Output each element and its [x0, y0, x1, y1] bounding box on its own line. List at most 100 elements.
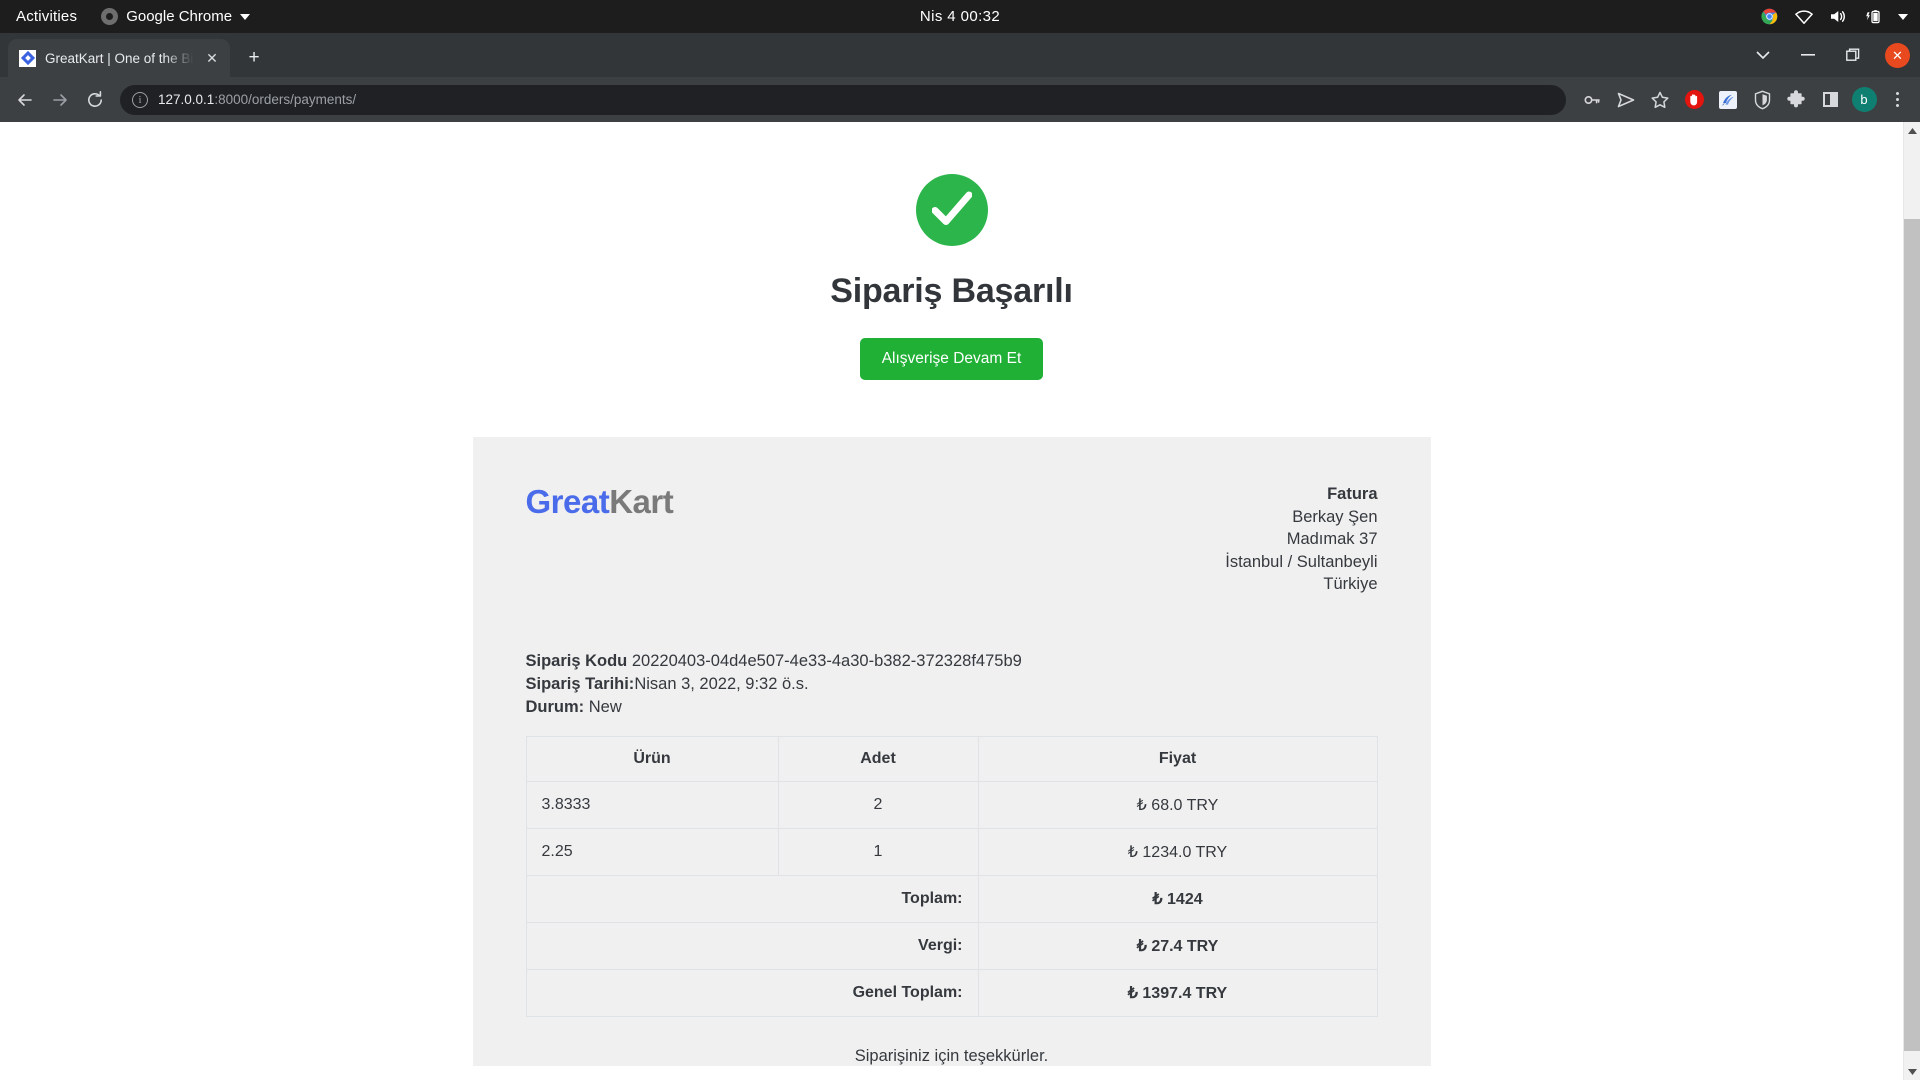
summary-row-subtotal: Toplam: ₺ 1424 [525, 874, 1378, 923]
order-date-line: Sipariş Tarihi:Nisan 3, 2022, 9:32 ö.s. [526, 673, 1378, 696]
billing-name: Berkay Şen [1292, 507, 1378, 526]
order-code-label: Sipariş Kodu [525, 651, 628, 670]
page-content: Sipariş Başarılı Alışverişe Devam Et Gre… [0, 122, 1903, 1080]
address-bar[interactable]: i 127.0.0.1:8000/orders/payments/ [120, 84, 1566, 115]
extension-blue-badge [1719, 90, 1737, 109]
url-path: :8000/orders/payments/ [214, 92, 357, 107]
tab-search-icon[interactable] [1740, 33, 1785, 77]
invoice-header: GreatKart Fatura Berkay Şen Madımak 37 İ… [526, 483, 1378, 596]
cell-quantity: 1 [777, 827, 979, 876]
close-window-button[interactable]: ✕ [1875, 33, 1920, 77]
browser-toolbar: i 127.0.0.1:8000/orders/payments/ b [0, 77, 1920, 122]
url-text: 127.0.0.1:8000/orders/payments/ [158, 92, 356, 107]
cell-product: 2.25 [525, 827, 779, 876]
chrome-icon [101, 8, 119, 25]
chevron-down-icon[interactable] [1898, 13, 1908, 20]
order-status-value: New [588, 697, 622, 716]
window-controls: ✕ [1740, 33, 1920, 77]
minimize-icon[interactable] [1785, 33, 1830, 77]
order-meta: Sipariş Kodu 20220403-04d4e507-4e33-4a30… [526, 650, 1378, 719]
billing-city: İstanbul / Sultanbeyli [1225, 552, 1378, 571]
tab-close-icon[interactable]: ✕ [203, 49, 221, 67]
new-tab-button[interactable]: + [240, 44, 268, 72]
order-status-line: Durum: New [526, 696, 1378, 719]
check-circle-icon [915, 174, 988, 246]
order-code-value: 20220403-04d4e507-4e33-4a30-b382-372328f… [631, 651, 1022, 670]
logo-part-great: Great [525, 483, 610, 520]
order-date-value: Nisan 3, 2022, 9:32 ö.s. [634, 674, 809, 693]
ublock-badge [1684, 90, 1704, 109]
order-date-label: Sipariş Tarihi: [525, 674, 635, 693]
chrome-icon [1761, 8, 1778, 25]
billing-address: Fatura Berkay Şen Madımak 37 İstanbul / … [1225, 483, 1377, 596]
cell-price: ₺ 1234.0 TRY [977, 827, 1378, 876]
summary-value-tax: ₺ 27.4 TRY [977, 921, 1378, 970]
invoice-card: GreatKart Fatura Berkay Şen Madımak 37 İ… [472, 437, 1431, 1066]
tab-title: GreatKart | One of the Big [45, 50, 194, 66]
maximize-icon[interactable] [1830, 33, 1875, 77]
chevron-down-icon [240, 13, 251, 20]
extensions-puzzle-icon[interactable] [1781, 85, 1811, 115]
table-body: 3.8333 2 ₺ 68.0 TRY 2.25 1 ₺ 1234.0 TRY … [525, 780, 1378, 1017]
scroll-down-icon[interactable] [1904, 1063, 1920, 1080]
activities-button[interactable]: Activities [0, 8, 91, 25]
site-info-icon[interactable]: i [132, 91, 148, 108]
app-menu-google-chrome[interactable]: Google Chrome [91, 8, 260, 25]
billing-street: Madımak 37 [1286, 530, 1378, 548]
wifi-icon [1795, 9, 1813, 24]
zenmate-shield-icon[interactable] [1747, 85, 1777, 115]
clock[interactable]: Nis 4 00:32 [920, 8, 1000, 25]
close-icon: ✕ [1885, 42, 1910, 68]
cell-price: ₺ 68.0 TRY [977, 780, 1378, 829]
billing-title: Fatura [1327, 485, 1378, 503]
table-header-row: Ürün Adet Fiyat [525, 735, 1378, 782]
avatar[interactable]: b [1849, 85, 1879, 115]
back-button[interactable] [9, 84, 41, 116]
gnome-top-bar: Activities Google Chrome Nis 4 00:32 [0, 0, 1920, 33]
forward-button[interactable] [44, 84, 76, 116]
browser-tab[interactable]: GreatKart | One of the Big ✕ [8, 39, 230, 77]
success-block: Sipariş Başarılı Alışverişe Devam Et [0, 174, 1903, 380]
ublock-origin-icon[interactable] [1679, 85, 1709, 115]
url-host: 127.0.0.1 [158, 92, 215, 107]
extension-blue-icon[interactable] [1713, 85, 1743, 115]
page-viewport: Sipariş Başarılı Alışverişe Devam Et Gre… [0, 122, 1920, 1080]
browser-tab-strip: GreatKart | One of the Big ✕ + ✕ [0, 33, 1920, 77]
reload-button[interactable] [79, 84, 111, 116]
cell-quantity: 2 [777, 780, 979, 829]
billing-country: Türkiye [1323, 575, 1378, 593]
summary-label-tax: Vergi: [525, 921, 979, 970]
table-head: Ürün Adet Fiyat [525, 735, 1378, 782]
side-panel-glyph [1822, 92, 1838, 107]
summary-label-subtotal: Toplam: [525, 874, 979, 923]
toolbar-actions: b [1577, 85, 1911, 115]
column-header-quantity: Adet [777, 735, 979, 782]
side-panel-icon[interactable] [1815, 85, 1845, 115]
summary-row-grandtotal: Genel Toplam: ₺ 1397.4 TRY [525, 968, 1378, 1017]
continue-shopping-button[interactable]: Alışverişe Devam Et [859, 338, 1044, 380]
scrollbar-thumb[interactable] [1904, 219, 1920, 1051]
bookmark-star-icon[interactable] [1645, 85, 1675, 115]
summary-row-tax: Vergi: ₺ 27.4 TRY [525, 921, 1378, 970]
page-title: Sipariş Başarılı [830, 272, 1073, 310]
page-scrollbar[interactable] [1903, 122, 1920, 1080]
greatkart-logo: GreatKart [526, 483, 674, 521]
cell-product: 3.8333 [525, 780, 779, 829]
volume-icon [1830, 9, 1848, 24]
thank-you-message: Siparişiniz için teşekkürler. [854, 1046, 1049, 1065]
order-items-table: Ürün Adet Fiyat 3.8333 2 ₺ 68.0 TRY 2.25… [525, 735, 1378, 1017]
kebab-menu-icon[interactable] [1883, 86, 1911, 114]
column-header-product: Ürün [525, 735, 779, 782]
order-status-label: Durum: [525, 697, 585, 716]
password-key-icon[interactable] [1577, 85, 1607, 115]
battery-icon [1865, 9, 1881, 25]
summary-label-grandtotal: Genel Toplam: [525, 968, 979, 1017]
summary-value-grandtotal: ₺ 1397.4 TRY [977, 968, 1378, 1017]
app-menu-label: Google Chrome [126, 8, 233, 25]
order-code-line: Sipariş Kodu 20220403-04d4e507-4e33-4a30… [526, 650, 1378, 673]
scroll-up-icon[interactable] [1904, 122, 1920, 139]
greatkart-favicon [19, 49, 36, 67]
share-send-icon[interactable] [1611, 85, 1641, 115]
column-header-price: Fiyat [977, 735, 1378, 782]
system-tray[interactable] [1761, 8, 1908, 25]
